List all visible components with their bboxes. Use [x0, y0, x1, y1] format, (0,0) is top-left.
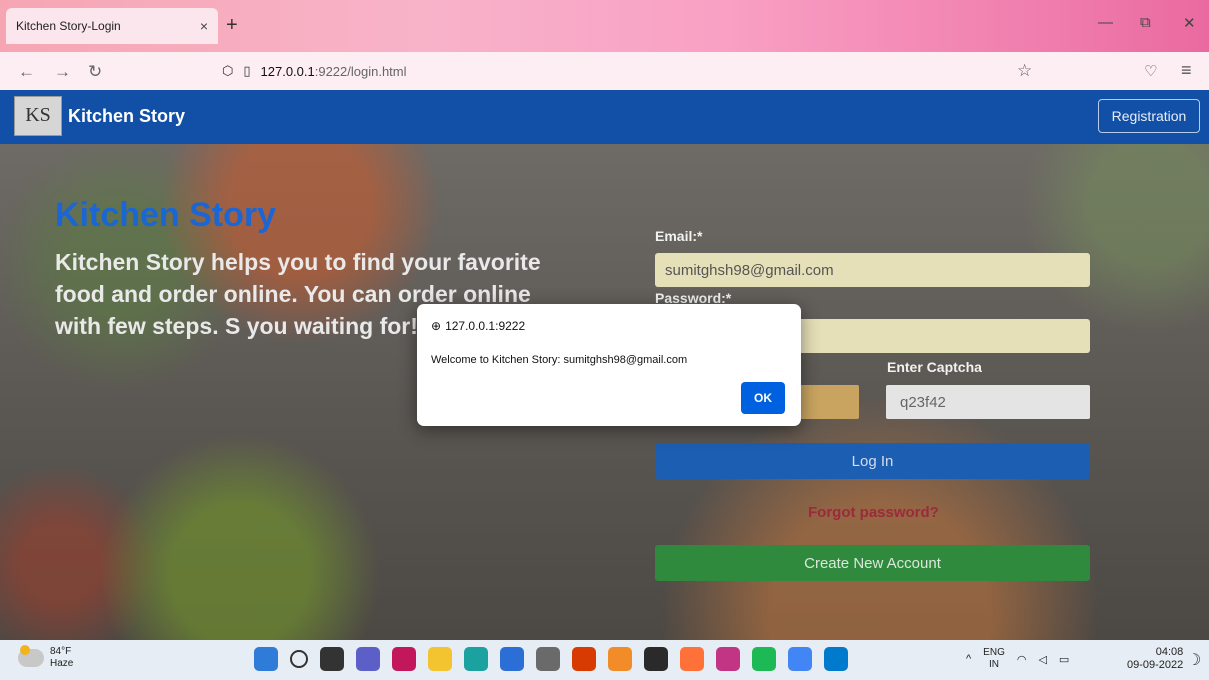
weather-temp: 84°F [50, 646, 72, 657]
weather-desc: Haze [50, 658, 74, 669]
chevron-up-icon[interactable]: ^ [966, 653, 971, 665]
url-host: 127.0.0.1 [260, 63, 315, 79]
system-tray: ^ ENG IN ◠ ◁ ▭ [966, 647, 1069, 671]
dialog-origin-text: 127.0.0.1:9222 [445, 319, 526, 333]
registration-button[interactable]: Registration [1098, 99, 1200, 133]
url-path: :9222/login.html [314, 63, 407, 79]
email-label: Email:* [655, 228, 703, 244]
wifi-icon[interactable]: ◠ [1017, 653, 1027, 666]
restore-icon[interactable]: ⧉ [1140, 14, 1151, 31]
file-explorer-icon[interactable] [428, 647, 452, 671]
taskbar-apps [254, 647, 848, 671]
firefox-icon[interactable] [680, 647, 704, 671]
store-icon[interactable] [500, 647, 524, 671]
url-bar[interactable]: ⬡ ▯ 127.0.0.1:9222/login.html [222, 63, 407, 79]
dialog-message: Welcome to Kitchen Story: sumitghsh98@gm… [431, 354, 688, 366]
tab-close-icon[interactable]: × [200, 18, 208, 34]
brand-logo: KS [14, 96, 62, 136]
weather-widget[interactable]: 84°F Haze [18, 645, 74, 670]
hero-title: Kitchen Story [55, 196, 277, 234]
menu-icon[interactable]: ≡ [1181, 60, 1192, 81]
forward-icon[interactable]: → [54, 62, 71, 82]
email-field[interactable]: sumitghsh98@gmail.com [655, 253, 1090, 287]
spotify-icon[interactable] [752, 647, 776, 671]
chrome-icon[interactable] [788, 647, 812, 671]
ok-button[interactable]: OK [741, 382, 785, 414]
tab-login[interactable]: Kitchen Story-Login × [6, 8, 218, 44]
volume-icon[interactable]: ◁ [1038, 653, 1046, 666]
clock-date: 09-09-2022 [1127, 659, 1184, 671]
task-view-icon[interactable] [320, 647, 344, 671]
login-button[interactable]: Log In [655, 443, 1090, 479]
captcha-label: Enter Captcha [887, 359, 982, 375]
page-icon: ▯ [243, 63, 251, 78]
app-header: KS Kitchen Story Registration [0, 90, 1209, 144]
tab-title: Kitchen Story-Login [16, 19, 121, 33]
vscode-icon[interactable] [824, 647, 848, 671]
clock[interactable]: 04:08 09-09-2022 [1127, 646, 1183, 672]
bookmark-star-icon[interactable]: ☆ [1017, 61, 1032, 81]
search-icon[interactable] [290, 650, 308, 668]
brand-name[interactable]: Kitchen Story [68, 106, 185, 127]
reload-icon[interactable]: ↻ [88, 62, 102, 82]
back-icon[interactable]: ← [18, 62, 35, 82]
sublime-icon[interactable] [608, 647, 632, 671]
instagram-icon[interactable] [716, 647, 740, 671]
globe-icon: ⊕ [431, 319, 442, 333]
weather-icon [18, 645, 44, 667]
notification-icon[interactable]: ☽ [1187, 650, 1201, 670]
create-account-button[interactable]: Create New Account [655, 545, 1090, 581]
chat-icon[interactable] [356, 647, 380, 671]
app-icon[interactable] [536, 647, 560, 671]
battery-icon[interactable]: ▭ [1059, 653, 1069, 666]
dialog-origin: ⊕ 127.0.0.1:9222 [431, 319, 525, 333]
office-icon[interactable] [572, 647, 596, 671]
lang-top: ENG [983, 647, 1005, 658]
alert-dialog: ⊕ 127.0.0.1:9222 Welcome to Kitchen Stor… [417, 304, 801, 426]
forgot-password-link[interactable]: Forgot password? [808, 504, 939, 521]
windows-start-icon[interactable] [254, 647, 278, 671]
shield-icon: ⬡ [222, 63, 234, 78]
captcha-code: q23f42 [886, 385, 1090, 419]
new-tab-button[interactable]: + [226, 14, 238, 37]
browser-tab-bar: Kitchen Story-Login × + — ⧉ ✕ [0, 0, 1209, 52]
close-window-icon[interactable]: ✕ [1183, 14, 1196, 32]
lang-bottom: IN [989, 659, 999, 670]
language-indicator[interactable]: ENG IN [983, 647, 1005, 671]
pocket-icon[interactable]: ♡ [1144, 62, 1157, 80]
browser-nav-bar: ← → ↻ ⬡ ▯ 127.0.0.1:9222/login.html ☆ ♡ … [0, 52, 1209, 90]
taskbar: 84°F Haze ^ ENG IN ◠ ◁ ▭ 04:08 09-09-202… [0, 640, 1209, 680]
intellij-icon[interactable] [392, 647, 416, 671]
clock-time: 04:08 [1155, 646, 1184, 658]
minimize-icon[interactable]: — [1098, 14, 1113, 31]
terminal-icon[interactable] [644, 647, 668, 671]
edge-icon[interactable] [464, 647, 488, 671]
